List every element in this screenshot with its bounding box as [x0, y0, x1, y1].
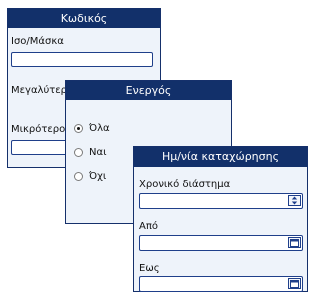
from-date-input[interactable] [139, 235, 303, 251]
radio-option-all[interactable]: Όλα [74, 121, 110, 135]
radio-button-all[interactable] [74, 123, 83, 133]
radio-button-yes[interactable] [74, 147, 83, 157]
radio-label-no: Όχι [89, 170, 107, 182]
date-panel: Ημ/νία καταχώρησης Χρονικό διάστημα Από … [133, 146, 308, 292]
radio-option-yes[interactable]: Ναι [74, 145, 106, 159]
to-calendar-button[interactable] [288, 278, 301, 289]
from-calendar-button[interactable] [288, 237, 301, 248]
less-than-input[interactable] [11, 140, 71, 155]
radio-button-no[interactable] [74, 171, 83, 181]
period-label: Χρονικό διάστημα [139, 179, 231, 190]
from-label: Από [139, 221, 158, 232]
equal-mask-label: Ισο/Μάσκα [11, 36, 64, 47]
code-panel-title: Κωδικός [8, 9, 160, 28]
radio-label-all: Όλα [89, 122, 110, 134]
period-select[interactable] [139, 193, 303, 209]
date-panel-title: Ημ/νία καταχώρησης [134, 147, 307, 167]
spinner-arrows-icon [291, 196, 298, 205]
equal-mask-input[interactable] [11, 52, 153, 67]
period-spinner-button[interactable] [288, 195, 301, 206]
calendar-icon [290, 238, 299, 247]
calendar-icon [290, 279, 299, 288]
active-panel-title: Ενεργός [66, 81, 231, 100]
to-label: Εως [139, 263, 160, 274]
greater-than-label: Μεγαλύτερο [11, 85, 74, 96]
radio-label-yes: Ναι [89, 146, 107, 158]
less-than-label: Μικρότερο [11, 124, 66, 135]
radio-option-no[interactable]: Όχι [74, 169, 106, 183]
